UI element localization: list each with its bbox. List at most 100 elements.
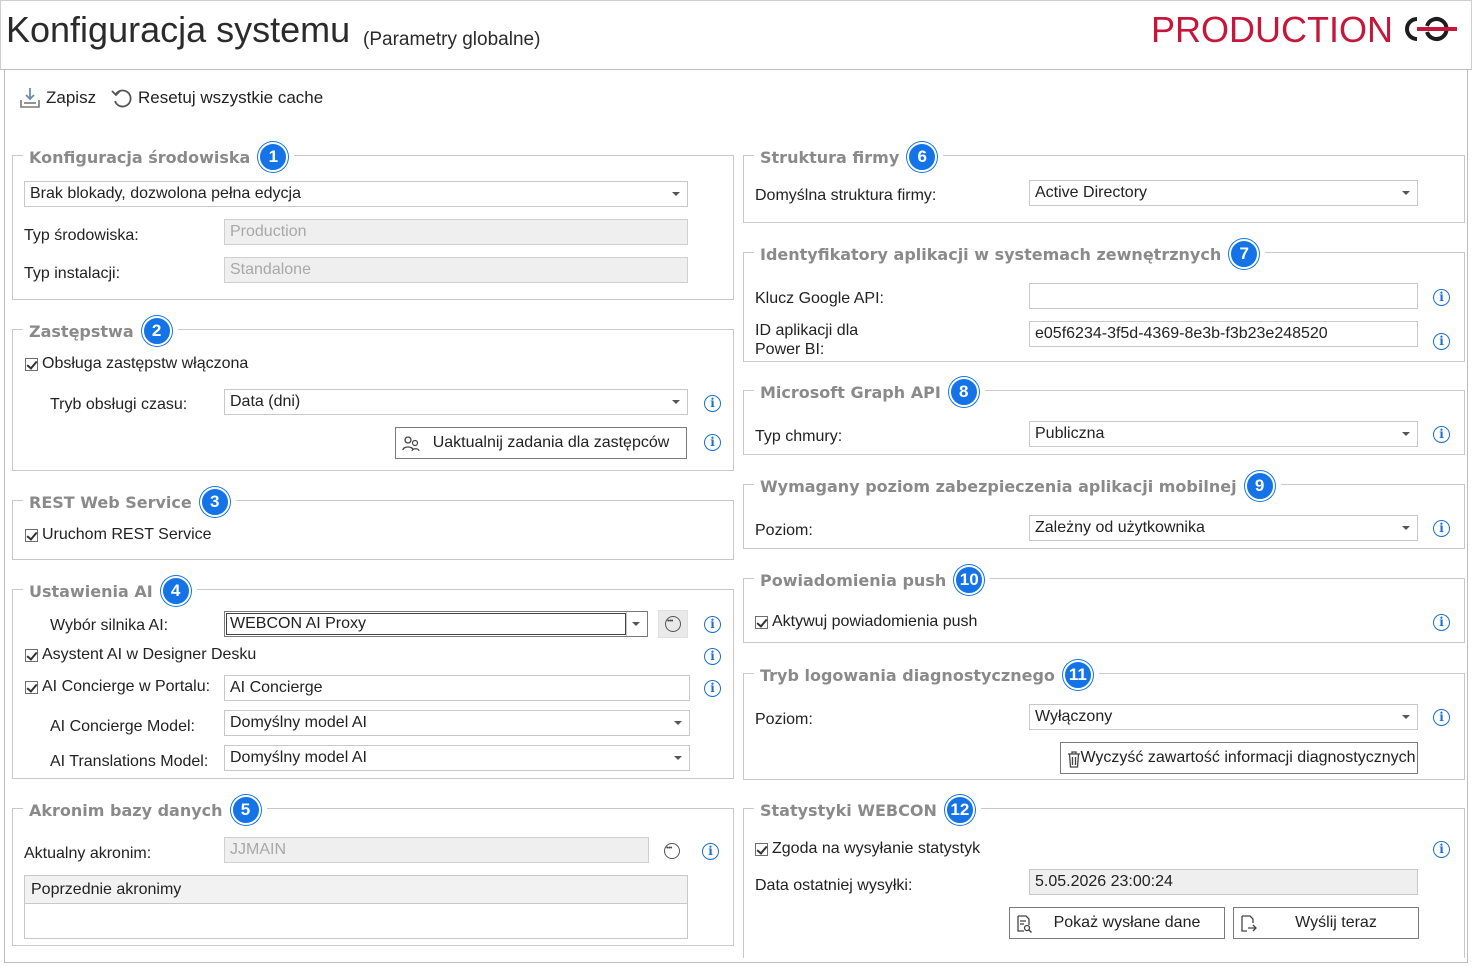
show-sent-data-button[interactable]: Pokaż wysłane dane [1009,907,1225,939]
reset-cache-button[interactable]: Resetuj wszystkie cache [110,86,323,110]
page-header: Konfiguracja systemu (Parametry globalne… [0,0,1472,70]
section-title: Statystyki WEBCON [760,800,937,820]
install-type-field: Standalone [224,257,688,283]
substitutions-enabled-checkbox[interactable]: Obsługa zastępstw włączona [25,355,248,373]
info-icon[interactable]: i [1433,709,1450,726]
ai-concierge-checkbox[interactable]: AI Concierge w Portalu: [25,678,210,696]
section-title: Wymagany poziom zabezpieczenia aplikacji… [760,476,1237,496]
save-icon [20,88,40,108]
ai-engine-more-button[interactable] [658,610,688,638]
section-title: Powiadomienia push [760,570,947,590]
chevron-down-icon [674,756,682,760]
checkbox-checked-icon [25,528,38,542]
update-substitute-tasks-button[interactable]: Uaktualnij zadania dla zastępców [395,427,687,459]
time-mode-select[interactable]: Data (dni) [224,389,688,415]
section-badge: 4 [160,576,191,606]
info-icon[interactable]: i [1433,614,1450,631]
info-icon[interactable]: i [704,680,721,697]
install-type-label: Typ instalacji: [24,265,121,282]
users-icon [402,436,420,452]
checkbox-label: Zgoda na wysyłanie statystyk [772,840,981,857]
powerbi-id-label-line1: ID aplikacji dla [755,322,859,339]
last-sent-field: 5.05.2026 23:00:24 [1029,869,1418,895]
time-mode-value: Data (dni) [230,393,301,410]
ai-concierge-model-select[interactable]: Domyślny model AI [224,710,690,736]
ai-concierge-name-field[interactable]: AI Concierge [224,675,690,701]
info-icon[interactable]: i [1433,841,1450,858]
save-label: Zapisz [46,88,97,107]
clear-diagnostics-button[interactable]: Wyczyść zawartość informacji diagnostycz… [1060,742,1418,774]
info-icon[interactable]: i [704,648,721,665]
ai-engine-select[interactable]: WEBCON AI Proxy [224,611,648,637]
acronym-more-icon[interactable] [664,841,680,859]
cloud-type-select[interactable]: Publiczna [1029,421,1418,447]
checkbox-checked-icon [25,357,38,371]
section-legend: Konfiguracja środowiska 1 [23,142,295,172]
section-title: Konfiguracja środowiska [29,147,251,167]
section-legend: Zastępstwa 2 [23,316,178,346]
more-icon [665,614,681,632]
chevron-down-icon [672,192,680,196]
section-legend: REST Web Service 3 [23,487,236,517]
checkbox-checked-icon [25,648,38,662]
focus-ring [226,613,626,635]
lock-mode-select[interactable]: Brak blokady, dozwolona pełna edycja [24,181,688,207]
powerbi-id-field[interactable]: e05f6234-3f5d-4369-8e3b-f3b23e248520 [1029,321,1418,347]
cloud-type-value: Publiczna [1035,425,1105,442]
section-badge: 12 [944,795,975,825]
trash-icon [1068,751,1080,768]
section-badge: 1 [258,142,289,172]
section-badge: 8 [948,377,979,407]
push-notifications-section: Powiadomienia push 10 [743,565,1465,643]
info-icon[interactable]: i [704,616,721,633]
info-icon[interactable]: i [704,395,721,412]
info-icon[interactable]: i [1433,426,1450,443]
diag-level-label: Poziom: [755,711,813,728]
section-badge: 6 [907,142,938,172]
stats-consent-checkbox[interactable]: Zgoda na wysyłanie statystyk [755,840,980,858]
chevron-down-icon [1402,526,1410,530]
diag-level-select[interactable]: Wyłączony [1029,704,1418,730]
section-legend: Struktura firmy 6 [754,142,944,172]
info-icon[interactable]: i [1433,289,1450,306]
info-icon[interactable]: i [704,434,721,451]
info-icon[interactable]: i [702,843,719,860]
previous-acronyms-grid: Poprzednie akronimy [24,875,688,939]
google-api-key-field[interactable] [1029,283,1418,309]
current-acronym-label: Aktualny akronim: [24,845,152,862]
lock-mode-value: Brak blokady, dozwolona pełna edycja [30,185,301,202]
button-label: Uaktualnij zadania dla zastępców [432,434,670,451]
section-badge: 10 [954,565,985,595]
save-button[interactable]: Zapisz [18,86,96,110]
reset-icon [111,89,132,108]
cloud-type-label: Typ chmury: [755,428,843,445]
page-subtitle: (Parametry globalne) [363,29,541,50]
rest-service-checkbox[interactable]: Uruchom REST Service [25,526,212,544]
ai-translations-model-select[interactable]: Domyślny model AI [224,745,690,771]
button-label: Pokaż wysłane dane [1053,914,1201,931]
checkbox-checked-icon [25,680,38,694]
section-legend: Ustawienia AI 4 [23,576,197,606]
env-type-label: Typ środowiska: [24,227,139,244]
default-structure-label: Domyślna struktura firmy: [755,187,937,204]
button-label: Wyślij teraz [1295,914,1377,931]
ai-translations-model-label: AI Translations Model: [50,753,209,770]
section-legend: Microsoft Graph API 8 [754,377,985,407]
checkbox-checked-icon [755,842,768,856]
checkbox-label: Obsługa zastępstw włączona [42,355,249,372]
mobile-level-select[interactable]: Zależny od użytkownika [1029,515,1418,541]
default-structure-select[interactable]: Active Directory [1029,180,1418,206]
send-now-button[interactable]: Wyślij teraz [1233,907,1419,939]
chevron-down-icon [1402,432,1410,436]
info-icon[interactable]: i [1433,333,1450,350]
section-title: Zastępstwa [29,321,134,341]
default-structure-value: Active Directory [1035,184,1148,201]
ai-designer-assistant-checkbox[interactable]: Asystent AI w Designer Desku [25,646,256,664]
section-badge: 9 [1244,471,1275,501]
button-label: Wyczyść zawartość informacji diagnostycz… [1080,749,1416,766]
push-activate-checkbox[interactable]: Aktywuj powiadomienia push [755,613,977,631]
info-icon[interactable]: i [1433,520,1450,537]
chevron-down-icon [1402,191,1410,195]
chevron-down-icon [632,622,640,626]
section-legend: Wymagany poziom zabezpieczenia aplikacji… [754,471,1281,501]
